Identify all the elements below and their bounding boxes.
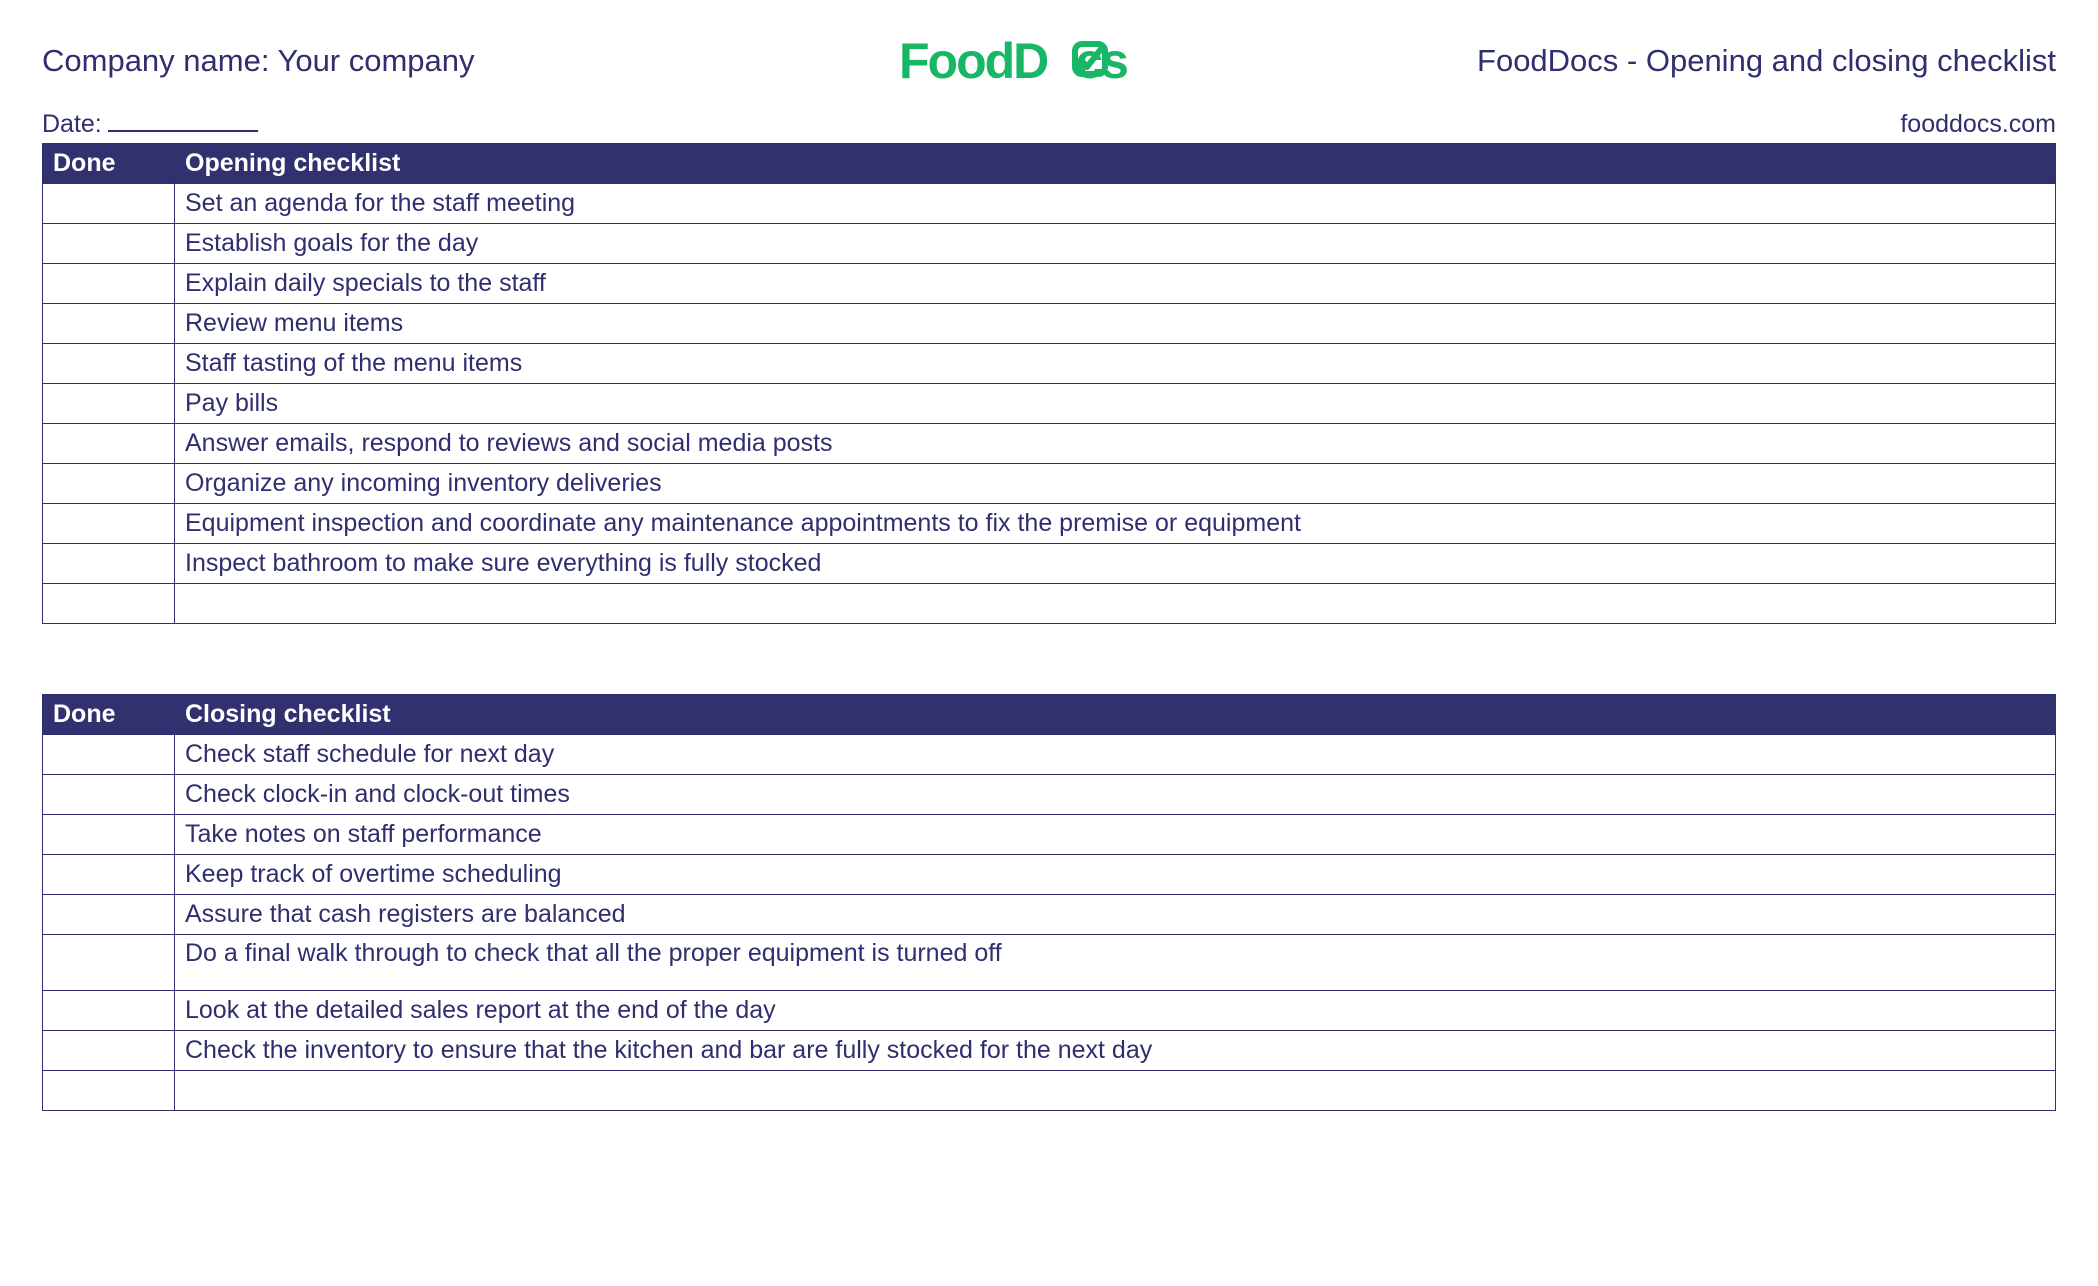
checklist-item: Set an agenda for the staff meeting — [175, 184, 2056, 224]
table-row — [43, 584, 2056, 624]
table-row: Inspect bathroom to make sure everything… — [43, 544, 2056, 584]
checklist-item: Check the inventory to ensure that the k… — [175, 1031, 2056, 1071]
table-row: Check the inventory to ensure that the k… — [43, 1031, 2056, 1071]
table-row: Staff tasting of the menu items — [43, 344, 2056, 384]
checklist-item: Keep track of overtime scheduling — [175, 855, 2056, 895]
done-cell[interactable] — [43, 224, 175, 264]
done-header: Done — [43, 695, 175, 735]
subheader-row: Date: fooddocs.com — [42, 110, 2056, 139]
checklist-item: Answer emails, respond to reviews and so… — [175, 424, 2056, 464]
table-row: Answer emails, respond to reviews and so… — [43, 424, 2056, 464]
done-cell[interactable] — [43, 775, 175, 815]
checklist-item: Assure that cash registers are balanced — [175, 895, 2056, 935]
table-row: Review menu items — [43, 304, 2056, 344]
table-row: Keep track of overtime scheduling — [43, 855, 2056, 895]
checklist-item: Establish goals for the day — [175, 224, 2056, 264]
table-row: Set an agenda for the staff meeting — [43, 184, 2056, 224]
done-header: Done — [43, 144, 175, 184]
table-row: Look at the detailed sales report at the… — [43, 991, 2056, 1031]
closing-tbody: Check staff schedule for next dayCheck c… — [43, 735, 2056, 1111]
table-row: Organize any incoming inventory deliveri… — [43, 464, 2056, 504]
done-cell[interactable] — [43, 935, 175, 991]
logo-text-food: Food — [899, 33, 1013, 89]
logo-text-d: D — [1013, 33, 1048, 89]
checklist-item: Organize any incoming inventory deliveri… — [175, 464, 2056, 504]
checklist-item — [175, 584, 2056, 624]
done-cell[interactable] — [43, 991, 175, 1031]
done-cell[interactable] — [43, 344, 175, 384]
done-cell[interactable] — [43, 855, 175, 895]
table-row: Explain daily specials to the staff — [43, 264, 2056, 304]
checklist-item: Review menu items — [175, 304, 2056, 344]
checklist-item: Look at the detailed sales report at the… — [175, 991, 2056, 1031]
done-cell[interactable] — [43, 384, 175, 424]
checklist-item: Pay bills — [175, 384, 2056, 424]
opening-title-header: Opening checklist — [175, 144, 2056, 184]
done-cell[interactable] — [43, 815, 175, 855]
date-label: Date: — [42, 110, 102, 138]
table-row: Take notes on staff performance — [43, 815, 2056, 855]
fooddocs-logo: FoodDcs — [899, 30, 1199, 92]
date-blank-line[interactable] — [108, 130, 258, 132]
done-cell[interactable] — [43, 1071, 175, 1111]
closing-title-header: Closing checklist — [175, 695, 2056, 735]
checklist-item: Explain daily specials to the staff — [175, 264, 2056, 304]
checklist-item: Check clock-in and clock-out times — [175, 775, 2056, 815]
done-cell[interactable] — [43, 264, 175, 304]
done-cell[interactable] — [43, 464, 175, 504]
company-name: Company name: Your company — [42, 43, 713, 79]
done-cell[interactable] — [43, 304, 175, 344]
done-cell[interactable] — [43, 544, 175, 584]
opening-checklist-table: Done Opening checklist Set an agenda for… — [42, 143, 2056, 624]
table-row: Check staff schedule for next day — [43, 735, 2056, 775]
header-row: Company name: Your company FoodDcs FoodD… — [42, 30, 2056, 92]
checklist-item — [175, 1071, 2056, 1111]
closing-checklist-table: Done Closing checklist Check staff sched… — [42, 694, 2056, 1111]
done-cell[interactable] — [43, 735, 175, 775]
checklist-item: Take notes on staff performance — [175, 815, 2056, 855]
website-label: fooddocs.com — [1900, 110, 2056, 139]
document-title: FoodDocs - Opening and closing checklist — [1385, 43, 2056, 79]
table-header-row: Done Closing checklist — [43, 695, 2056, 735]
checklist-item: Equipment inspection and coordinate any … — [175, 504, 2056, 544]
checklist-item: Staff tasting of the menu items — [175, 344, 2056, 384]
logo-wrap: FoodDcs — [713, 30, 1384, 92]
table-row: Assure that cash registers are balanced — [43, 895, 2056, 935]
done-cell[interactable] — [43, 504, 175, 544]
document-page: Company name: Your company FoodDcs FoodD… — [0, 0, 2098, 1151]
checklist-item: Check staff schedule for next day — [175, 735, 2056, 775]
table-row: Check clock-in and clock-out times — [43, 775, 2056, 815]
table-row: Equipment inspection and coordinate any … — [43, 504, 2056, 544]
table-header-row: Done Opening checklist — [43, 144, 2056, 184]
table-row — [43, 1071, 2056, 1111]
checklist-item: Do a final walk through to check that al… — [175, 935, 2056, 991]
table-row: Pay bills — [43, 384, 2056, 424]
table-row: Do a final walk through to check that al… — [43, 935, 2056, 991]
checklist-item: Inspect bathroom to make sure everything… — [175, 544, 2056, 584]
date-field[interactable]: Date: — [42, 110, 258, 139]
done-cell[interactable] — [43, 424, 175, 464]
table-row: Establish goals for the day — [43, 224, 2056, 264]
done-cell[interactable] — [43, 184, 175, 224]
done-cell[interactable] — [43, 1031, 175, 1071]
opening-tbody: Set an agenda for the staff meetingEstab… — [43, 184, 2056, 624]
done-cell[interactable] — [43, 584, 175, 624]
done-cell[interactable] — [43, 895, 175, 935]
